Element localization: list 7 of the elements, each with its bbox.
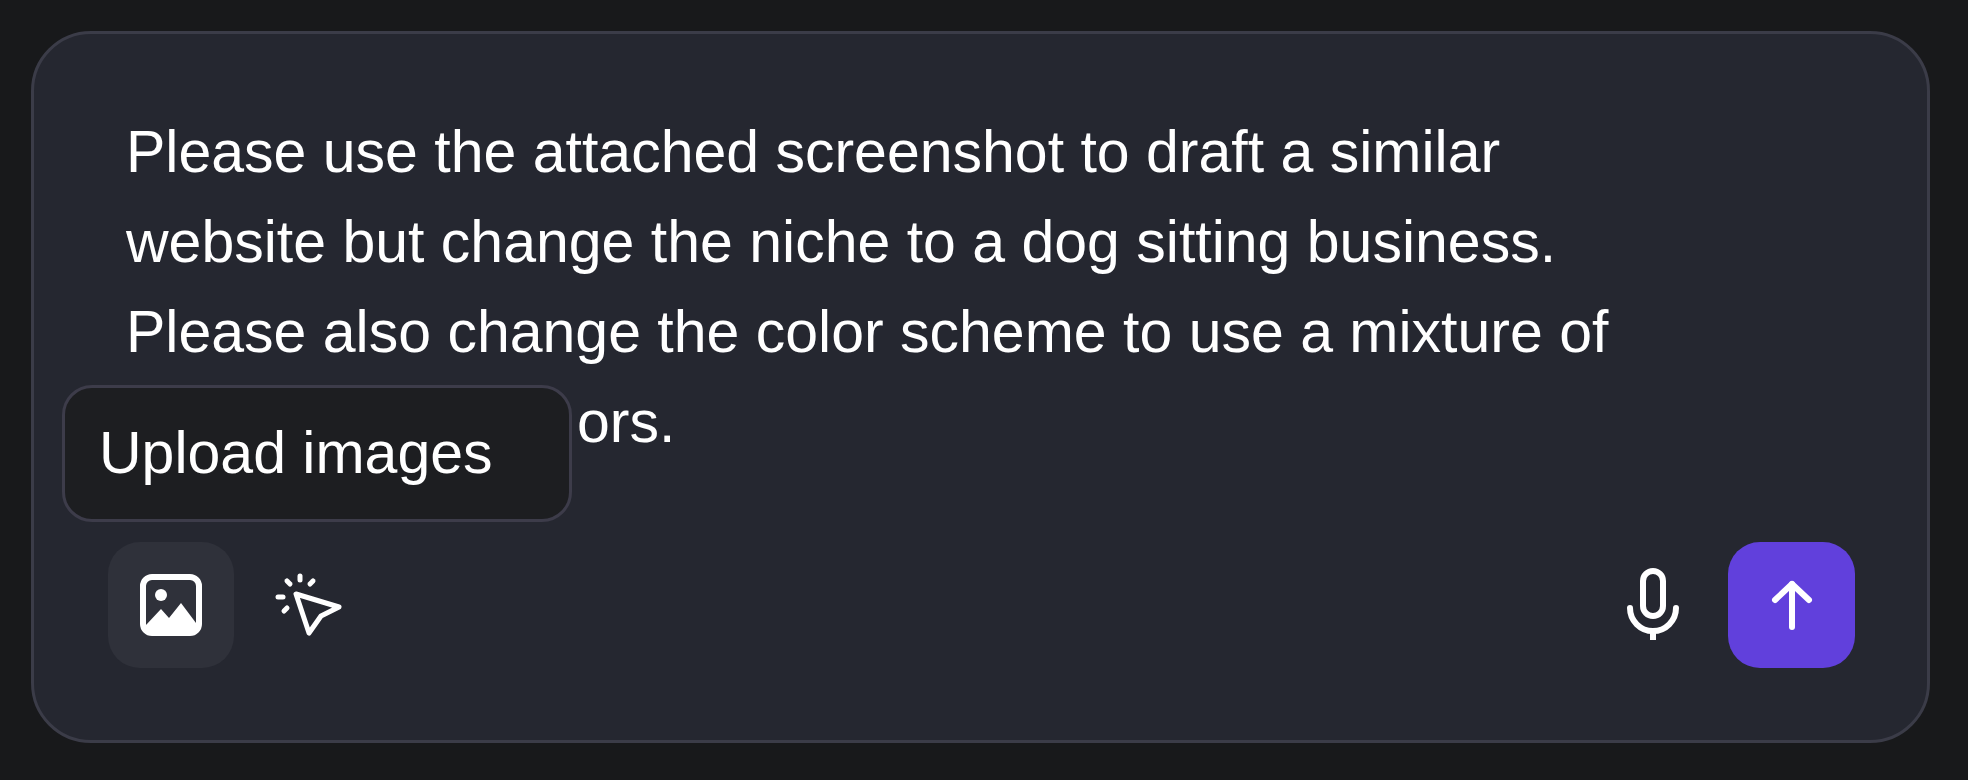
image-icon [139, 573, 203, 637]
microphone-icon [1626, 568, 1680, 642]
upload-image-button[interactable] [108, 542, 234, 668]
send-button[interactable] [1728, 542, 1855, 668]
cursor-click-icon [274, 572, 344, 638]
prompt-text: ors. [577, 389, 676, 455]
tooltip: Upload images [62, 385, 572, 522]
